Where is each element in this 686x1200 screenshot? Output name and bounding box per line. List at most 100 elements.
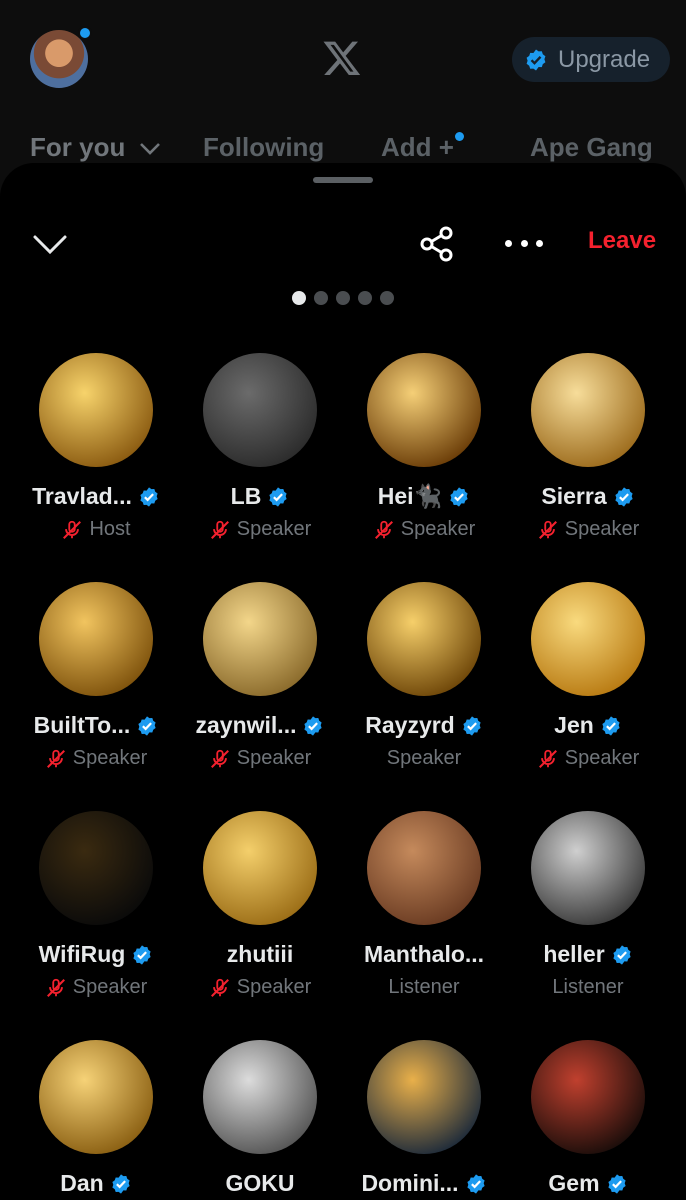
participant-avatar[interactable] [39, 353, 153, 467]
participant-name: Gem [548, 1170, 600, 1196]
participant-role-row: Listener [503, 976, 673, 999]
verified-badge-icon [140, 486, 158, 507]
dot [520, 239, 528, 247]
participant-name-row: GOKU [175, 1170, 345, 1197]
participant-name: Rayzyrd [365, 712, 455, 738]
participant-name-row: LB [175, 483, 345, 510]
participant[interactable]: Gem [503, 1040, 673, 1200]
participant-role-row: Speaker [503, 747, 673, 770]
participant-avatar[interactable] [367, 1040, 481, 1154]
participant-role-row: Speaker [339, 747, 509, 770]
participant-role-row: Speaker [175, 747, 345, 770]
participant[interactable]: Rayzyrd Speaker [339, 582, 509, 792]
mic-muted-icon [374, 520, 393, 539]
participant[interactable]: Hei🐈‍⬛ Speaker [339, 353, 509, 563]
participant-name: LB [230, 483, 262, 509]
participant-avatar[interactable] [39, 811, 153, 925]
participant[interactable]: LB Speaker [175, 353, 345, 563]
participant-avatar[interactable] [531, 582, 645, 696]
participant[interactable]: Sierra Speaker [503, 353, 673, 563]
verified-badge-icon [463, 715, 481, 736]
space-sheet: Leave Travlad... Host LB Speaker Hei🐈‍⬛ Speak… [0, 163, 686, 1200]
verified-badge-icon [138, 715, 156, 736]
verified-badge-icon [613, 944, 631, 965]
participant[interactable]: Dan [11, 1040, 181, 1200]
tab-label: For you [30, 132, 126, 162]
participant-name-row: Dan [11, 1170, 181, 1197]
participant-role-row: Speaker [503, 518, 673, 541]
participant-name-row: WifiRug [11, 941, 181, 968]
x-logo-icon [323, 41, 361, 75]
participant-avatar[interactable] [203, 353, 317, 467]
participant-avatar[interactable] [367, 353, 481, 467]
profile-avatar[interactable] [30, 30, 88, 88]
participant[interactable]: zhutiii Speaker [175, 811, 345, 1021]
dot [505, 239, 512, 247]
participant-name: BuiltTo... [33, 712, 131, 738]
participant-avatar[interactable] [367, 582, 481, 696]
participant-role: Speaker [72, 747, 148, 769]
participant-role: Speaker [236, 747, 312, 769]
verified-badge-icon [269, 486, 287, 507]
participant[interactable]: Manthalo... Listener [339, 811, 509, 1021]
verified-badge-icon [526, 49, 546, 70]
new-dot [454, 132, 464, 141]
collapse-chevron-icon[interactable] [30, 229, 70, 259]
participant-name-row: heller [503, 941, 673, 968]
notification-dot [78, 26, 92, 40]
participant-avatar[interactable] [367, 811, 481, 925]
participant[interactable]: WifiRug Speaker [11, 811, 181, 1021]
tab-ape-gang[interactable]: Ape Gang [530, 132, 653, 163]
participant-name-row: zhutiii [175, 941, 345, 968]
dot [536, 239, 543, 247]
participant-name: zhutiii [226, 941, 294, 967]
participant-role-row: Speaker [339, 518, 509, 541]
mic-muted-icon [63, 520, 82, 539]
participant-role-row: Speaker [175, 976, 345, 999]
tab-add[interactable]: Add + [381, 132, 464, 163]
tab-following[interactable]: Following [203, 132, 324, 163]
verified-badge-icon [614, 486, 633, 507]
participant-avatar[interactable] [39, 582, 153, 696]
mic-muted-icon [46, 978, 65, 997]
mic-muted-icon [210, 520, 229, 539]
share-icon[interactable] [418, 225, 456, 263]
participant-avatar[interactable] [203, 582, 317, 696]
mic-muted-icon [538, 520, 557, 539]
participant-role-row: Listener [339, 976, 509, 999]
participant[interactable]: BuiltTo... Speaker [11, 582, 181, 792]
participant-avatar[interactable] [531, 811, 645, 925]
chevron-down-icon [139, 143, 160, 155]
participant-name: Travlad... [32, 483, 132, 509]
participant-name-row: Travlad... [11, 483, 181, 510]
participant-role: Speaker [72, 976, 148, 998]
participant[interactable]: Jen Speaker [503, 582, 673, 792]
participant-avatar[interactable] [203, 1040, 317, 1154]
participant-avatar[interactable] [531, 1040, 645, 1154]
participant[interactable]: zaynwil... Speaker [175, 582, 345, 792]
participant-avatar[interactable] [39, 1040, 153, 1154]
sheet-grabber[interactable] [313, 177, 373, 183]
participant[interactable]: Domini... [339, 1040, 509, 1200]
verified-badge-icon [450, 486, 468, 507]
verified-badge-icon [112, 1173, 130, 1194]
participant-name-row: zaynwil... [175, 712, 345, 739]
verified-badge-icon [607, 1173, 626, 1194]
participant-name-row: Manthalo... [339, 941, 509, 968]
tab-for-you[interactable]: For you [30, 132, 161, 163]
page-dot [358, 291, 372, 305]
participant-role: Host [89, 518, 131, 540]
participant[interactable]: GOKU [175, 1040, 345, 1200]
participant-role: Speaker [236, 518, 312, 540]
participant-name-row: BuiltTo... [11, 712, 181, 739]
leave-button[interactable]: Leave [588, 227, 656, 255]
participant[interactable]: Travlad... Host [11, 353, 181, 563]
participant-role: Speaker [564, 518, 640, 540]
participant-role: Listener [388, 976, 460, 998]
participant-avatar[interactable] [531, 353, 645, 467]
upgrade-button[interactable]: Upgrade [512, 37, 670, 82]
more-options-button[interactable] [505, 233, 543, 253]
page-dot [314, 291, 328, 305]
participant-avatar[interactable] [203, 811, 317, 925]
participant[interactable]: heller Listener [503, 811, 673, 1021]
